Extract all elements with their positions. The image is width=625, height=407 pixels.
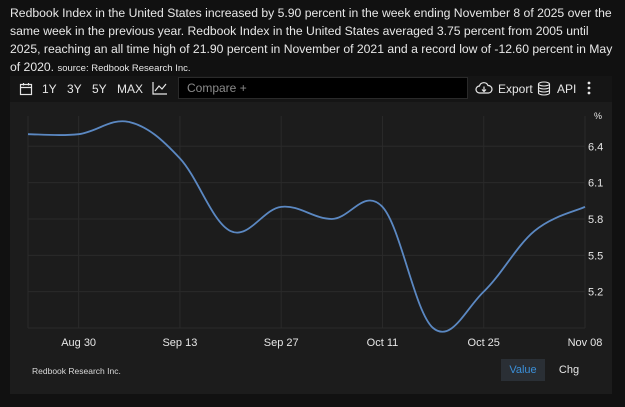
more-options-icon[interactable] xyxy=(586,80,592,100)
data-point[interactable] xyxy=(481,289,486,294)
data-point[interactable] xyxy=(76,132,81,137)
x-tick-label: Oct 25 xyxy=(468,337,500,349)
y-tick-label: 5.8 xyxy=(588,214,603,226)
value-button[interactable]: Value xyxy=(501,359,545,381)
data-point[interactable] xyxy=(228,229,233,234)
database-icon[interactable] xyxy=(537,81,551,100)
y-tick-label: 6.4 xyxy=(588,141,603,153)
x-tick-label: Sep 13 xyxy=(162,337,197,349)
chart-type-icon[interactable] xyxy=(152,81,168,99)
data-point[interactable] xyxy=(177,156,182,161)
x-tick-label: Oct 11 xyxy=(367,337,399,349)
chg-button[interactable]: Chg xyxy=(555,359,583,381)
export-button[interactable]: Export xyxy=(498,81,533,97)
y-tick-label: 5.2 xyxy=(588,287,603,299)
chart-toolbar: 1Y 3Y 5Y MAX Export AP xyxy=(10,76,612,102)
data-point[interactable] xyxy=(380,204,385,209)
y-tick-label: 5.5 xyxy=(588,250,603,262)
x-tick-label: Aug 30 xyxy=(61,337,96,349)
data-point[interactable] xyxy=(431,326,436,331)
data-point[interactable] xyxy=(532,229,537,234)
range-max-button[interactable]: MAX xyxy=(117,81,143,97)
line-chart: % 6.4 6.1 5.8 5.5 5.2 Aug 30 Sep 13 Sep 27 Oct 11… xyxy=(26,111,603,349)
data-point[interactable] xyxy=(279,204,284,209)
description-paragraph: Redbook Index in the United States incre… xyxy=(10,4,615,78)
x-tick-label: Nov 08 xyxy=(568,337,603,349)
data-point[interactable] xyxy=(127,120,132,125)
series-line xyxy=(27,120,586,333)
x-tick-label: Sep 27 xyxy=(264,337,299,349)
range-5y-button[interactable]: 5Y xyxy=(92,81,107,97)
series-layer xyxy=(26,120,588,333)
data-point[interactable] xyxy=(26,132,31,137)
grid-lines xyxy=(28,116,586,328)
range-3y-button[interactable]: 3Y xyxy=(67,81,82,97)
footer-source: Redbook Research Inc. xyxy=(32,366,121,376)
y-unit-label: % xyxy=(594,111,602,121)
description-source: source: Redbook Research Inc. xyxy=(57,63,191,74)
cloud-download-icon[interactable] xyxy=(475,81,493,99)
calendar-icon[interactable] xyxy=(19,82,33,100)
compare-input[interactable] xyxy=(178,77,468,99)
api-button[interactable]: API xyxy=(557,81,576,97)
range-1y-button[interactable]: 1Y xyxy=(42,81,57,97)
data-point[interactable] xyxy=(583,204,588,209)
chart-panel: 1Y 3Y 5Y MAX Export AP xyxy=(10,76,612,394)
y-tick-label: 6.1 xyxy=(588,178,603,190)
data-point[interactable] xyxy=(329,216,334,221)
